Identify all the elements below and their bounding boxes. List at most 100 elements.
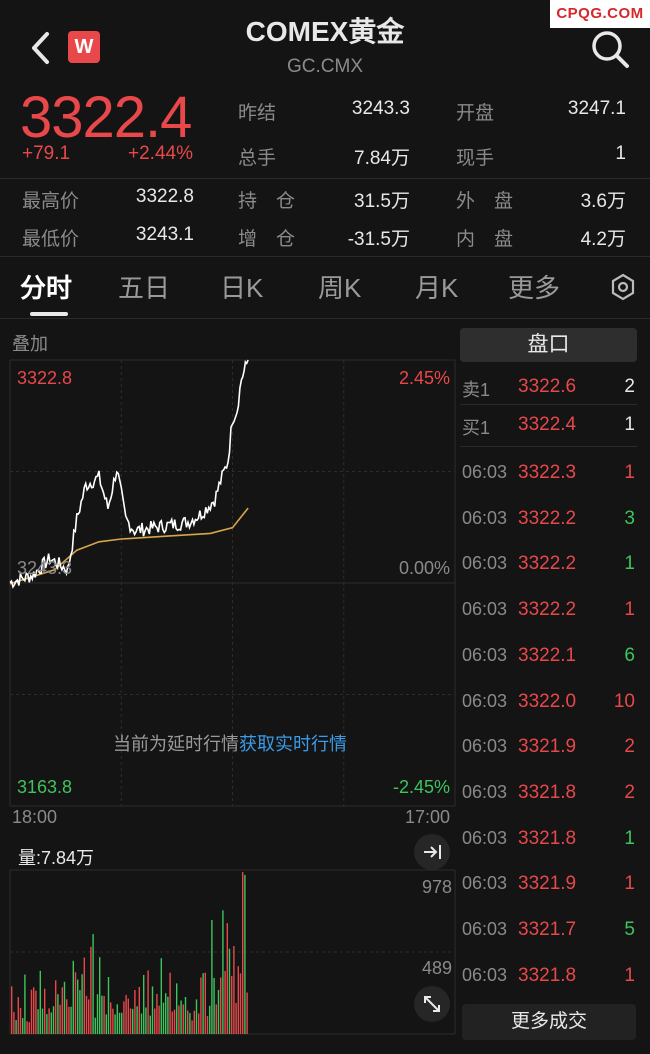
bid-label: 买1	[462, 418, 491, 438]
trade-price: 3321.9	[518, 873, 577, 895]
volume-bar	[103, 996, 105, 1034]
volume-bar	[121, 1012, 123, 1034]
stat-value-open-interest: 31.5万	[354, 191, 410, 212]
volume-bar	[19, 1007, 22, 1034]
volume-bar	[50, 1012, 52, 1034]
ask-price: 3322.6	[518, 376, 577, 397]
volume-bar	[154, 1008, 156, 1034]
trade-price: 3322.2	[518, 507, 577, 529]
volume-bar	[151, 986, 154, 1034]
gear-icon	[611, 273, 635, 301]
trade-volume: 10	[613, 690, 635, 712]
volume-bar	[204, 972, 206, 1034]
volume-bars	[11, 872, 248, 1034]
volume-bar	[224, 971, 226, 1034]
volume-bar	[184, 997, 187, 1034]
volume-bar	[90, 946, 92, 1034]
volume-bar	[66, 999, 68, 1034]
bid-row: 买1 3322.4 1	[460, 404, 637, 450]
stat-label-current-volume: 现手	[456, 148, 495, 169]
volume-bar	[72, 960, 74, 1034]
volume-bar	[123, 1001, 125, 1034]
volume-bar	[101, 995, 103, 1034]
trade-volume: 2	[624, 781, 635, 803]
volume-bar	[136, 1006, 138, 1034]
volume-bar	[132, 1008, 134, 1034]
stat-label-total-volume: 总手	[238, 148, 277, 169]
volume-bar	[79, 990, 81, 1034]
volume-bar	[239, 973, 242, 1034]
volume-bar	[158, 1005, 160, 1034]
volume-bar	[85, 995, 88, 1034]
trade-row: 06:03 3321.9 1	[460, 863, 637, 909]
axis-price-mid: 3243.3	[17, 558, 73, 578]
volume-bar	[160, 958, 162, 1034]
volume-bar	[68, 1006, 70, 1034]
intraday-chart[interactable]	[0, 318, 460, 1038]
volume-bar	[138, 987, 140, 1034]
volume-bar	[200, 977, 202, 1034]
search-button[interactable]	[588, 27, 632, 71]
volume-bar	[112, 1008, 114, 1034]
trade-price: 3321.8	[518, 827, 577, 849]
collapse-button[interactable]	[414, 834, 450, 870]
volume-bar	[94, 1017, 96, 1034]
stat-label-oi-change: 增 仓	[238, 229, 296, 250]
last-price: 3322.4	[20, 85, 192, 150]
tab-monthly-k[interactable]: 月K	[415, 268, 458, 305]
stat-label-prev-settle: 昨结	[238, 103, 277, 124]
settings-button[interactable]	[608, 272, 638, 302]
trade-time: 06:03	[462, 964, 508, 985]
volume-bar	[231, 976, 233, 1034]
orderbook-tab[interactable]: 盘口	[460, 328, 637, 362]
trade-volume: 1	[624, 964, 635, 986]
volume-bar	[110, 1002, 112, 1034]
axis-pct-low: -2.45%	[392, 777, 450, 797]
tab-five-day[interactable]: 五日	[118, 268, 170, 305]
ask-label: 卖1	[462, 380, 491, 400]
stat-value-total-volume: 7.84万	[354, 148, 410, 169]
delay-notice: 当前为延时行情获取实时行情	[0, 730, 460, 756]
stat-label-outer: 外 盘	[456, 191, 514, 212]
more-trades-button[interactable]: 更多成交	[462, 1004, 636, 1040]
volume-bar	[178, 1005, 180, 1034]
volume-bar	[220, 977, 222, 1034]
trade-price: 3322.0	[518, 690, 577, 712]
search-icon	[592, 31, 629, 68]
trade-time: 06:03	[462, 644, 508, 665]
volume-bar	[187, 1010, 189, 1034]
volume-bar	[147, 970, 149, 1034]
trade-volume: 5	[624, 919, 635, 940]
trade-volume: 1	[624, 462, 635, 483]
volume-bar	[244, 874, 246, 1034]
trade-price: 3321.8	[518, 964, 577, 986]
volume-bar	[222, 910, 224, 1034]
volume-bar	[28, 1022, 30, 1034]
volume-bar	[92, 934, 94, 1034]
volume-bar	[182, 1004, 184, 1034]
volume-bar	[176, 983, 178, 1034]
volume-bar	[55, 980, 57, 1034]
trade-row: 06:03 3322.1 6	[460, 635, 637, 681]
trade-row: 06:03 3321.8 1	[460, 818, 637, 864]
volume-bar	[63, 981, 66, 1034]
tab-daily-k[interactable]: 日K	[220, 268, 263, 305]
volume-bar	[107, 977, 110, 1034]
trade-row: 06:03 3322.3 1	[460, 452, 637, 498]
fullscreen-button[interactable]	[414, 986, 450, 1022]
volume-bar	[129, 1008, 132, 1034]
trade-time: 06:03	[462, 827, 508, 848]
delay-notice-text: 当前为延时行情	[113, 734, 239, 754]
stat-label-open-interest: 持 仓	[238, 191, 296, 212]
volume-bar	[13, 1011, 15, 1034]
trade-time: 06:03	[462, 919, 508, 939]
volume-bar	[127, 998, 129, 1034]
tab-more[interactable]: 更多	[508, 268, 560, 305]
tab-intraday[interactable]: 分时	[20, 268, 72, 305]
volume-bar	[226, 923, 228, 1034]
arrow-right-bar-icon	[424, 845, 441, 859]
trade-row: 06:03 3322.2 1	[460, 543, 637, 589]
axis-time-end: 17:00	[405, 807, 451, 827]
tab-weekly-k[interactable]: 周K	[318, 268, 361, 305]
realtime-quote-link[interactable]: 获取实时行情	[239, 734, 347, 754]
